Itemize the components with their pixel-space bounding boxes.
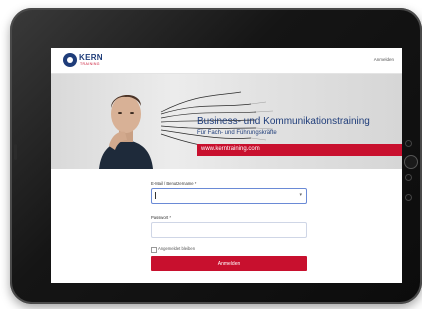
hero-headline: Business- und Kommunikationstraining [197, 116, 370, 127]
login-button[interactable]: Anmelden [151, 256, 307, 271]
kern-logo[interactable]: KERN TRAINING [63, 53, 133, 71]
remember-checkbox[interactable] [151, 247, 157, 253]
password-input[interactable] [151, 222, 307, 238]
autofill-dropdown-icon[interactable]: ▾ [299, 192, 302, 198]
password-label: Passwort * [151, 215, 172, 220]
tablet-sensor [405, 174, 412, 181]
hero-url-bar: www.kerntraining.com [197, 144, 402, 156]
username-input[interactable]: ▾ [151, 188, 307, 204]
tablet-sensor [405, 140, 412, 147]
tablet-camera [14, 144, 17, 160]
hero-url[interactable]: www.kerntraining.com [201, 146, 260, 152]
login-link[interactable]: Anmelden [374, 57, 394, 62]
remember-label: Angemeldet bleiben [158, 246, 196, 251]
text-caret [155, 192, 156, 199]
remember-me-row[interactable]: Angemeldet bleiben [151, 246, 307, 254]
hero-subline: Für Fach- und Führungskräfte [197, 130, 277, 136]
logo-subtitle: TRAINING [80, 62, 100, 66]
logo-name: KERN [79, 53, 103, 62]
username-label: E-Mail / Benutzername * [151, 181, 197, 186]
tablet-frame: KERN TRAINING Anmelden Business- und Kom… [10, 8, 422, 304]
app-screen: KERN TRAINING Anmelden Business- und Kom… [51, 48, 402, 283]
hero-banner: Business- und Kommunikationstraining Für… [51, 74, 402, 169]
logo-mark-icon [63, 53, 77, 67]
top-bar: KERN TRAINING Anmelden [51, 48, 402, 74]
tablet-sensor [405, 194, 412, 201]
home-button[interactable] [404, 155, 418, 169]
man-portrait-image [99, 94, 153, 169]
